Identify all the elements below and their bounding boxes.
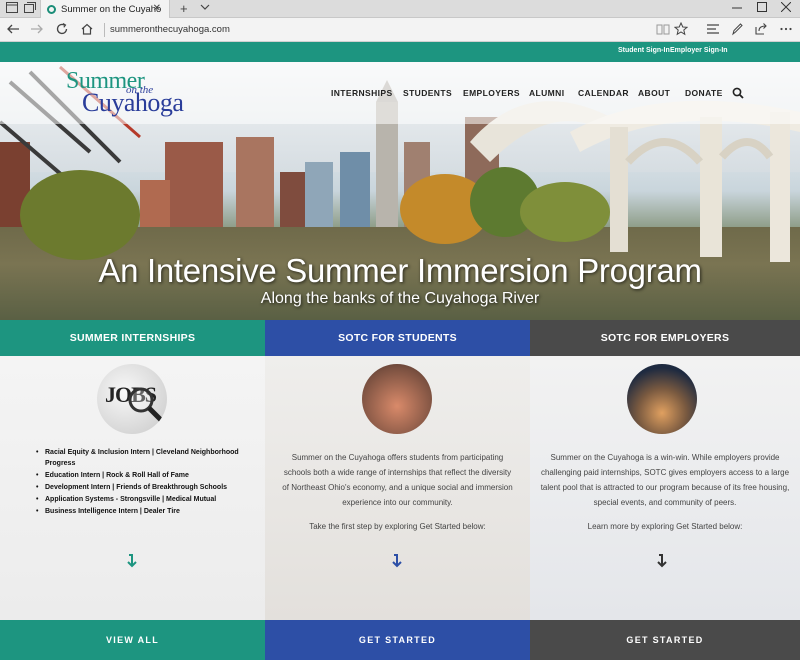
close-window-icon[interactable] — [780, 1, 792, 15]
internship-list: Racial Equity & Inclusion Intern | Cleve… — [36, 448, 251, 519]
tab-preview-icon[interactable] — [24, 2, 36, 16]
arrow-down-icon — [126, 554, 138, 571]
hero-title: An Intensive Summer Immersion Program — [98, 252, 702, 289]
minimize-icon[interactable] — [732, 2, 742, 15]
nav-internships[interactable]: INTERNSHIPS — [331, 88, 393, 98]
browser-titlebar: Summer on the Cuyaho ✕ + — [0, 0, 800, 18]
tab-title: Summer on the Cuyaho — [61, 3, 162, 15]
site-logo[interactable]: Summer on the Cuyahoga — [66, 68, 206, 118]
students-body: Summer on the Cuyahoga offers students f… — [265, 356, 530, 620]
students-column: SOTC FOR STUDENTS Summer on the Cuyahoga… — [265, 320, 530, 668]
jobs-image: JOBS — [97, 364, 167, 434]
employer-sign-in-link[interactable]: Employer Sign-In — [670, 47, 728, 54]
favorite-star-icon[interactable] — [673, 21, 689, 39]
nav-about[interactable]: ABOUT — [638, 88, 670, 98]
employers-photo — [627, 364, 697, 434]
web-note-icon[interactable] — [730, 22, 744, 39]
address-field[interactable]: summeronthecuyahoga.com — [110, 24, 230, 35]
account-bar: Student Sign-In Employer Sign-In — [0, 42, 800, 62]
search-icon[interactable] — [732, 86, 744, 99]
column-footer-gap — [265, 660, 530, 668]
employers-body: Summer on the Cuyahoga is a win-win. Whi… — [530, 356, 800, 620]
list-item[interactable]: Development Intern | Friends of Breakthr… — [36, 483, 251, 494]
students-heading: SOTC FOR STUDENTS — [265, 320, 530, 356]
nav-employers[interactable]: EMPLOYERS — [463, 88, 520, 98]
employers-description: Summer on the Cuyahoga is a win-win. Whi… — [540, 453, 790, 507]
list-item[interactable]: Business Intelligence Intern | Dealer Ti… — [36, 507, 251, 518]
main-navbar: Summer on the Cuyahoga INTERNSHIPS STUDE… — [0, 62, 800, 124]
tab-close-icon[interactable]: ✕ — [153, 3, 161, 14]
list-item[interactable]: Application Systems - Strongsville | Med… — [36, 495, 251, 506]
magnifier-icon — [128, 387, 165, 424]
students-get-started-button[interactable]: GET STARTED — [265, 620, 530, 660]
students-description: Summer on the Cuyahoga offers students f… — [282, 453, 513, 507]
nav-alumni[interactable]: ALUMNI — [529, 88, 564, 98]
nav-students[interactable]: STUDENTS — [403, 88, 452, 98]
internships-column: SUMMER INTERNSHIPS JOBS Racial Equity & … — [0, 320, 265, 668]
address-separator — [104, 23, 105, 37]
chevron-down-icon[interactable] — [200, 2, 210, 15]
internships-heading: SUMMER INTERNSHIPS — [0, 320, 265, 356]
students-cta-text: Take the first step by exploring Get Sta… — [309, 522, 486, 531]
list-item[interactable]: Education Intern | Rock & Roll Hall of F… — [36, 471, 251, 482]
logo-cuyahoga: Cuyahoga — [82, 88, 184, 117]
arrow-down-icon — [656, 554, 668, 571]
site-favicon-icon — [47, 4, 56, 14]
tab-list-icon[interactable] — [6, 2, 18, 16]
arrow-down-icon — [391, 554, 403, 571]
column-footer-gap — [0, 660, 265, 668]
browser-tab[interactable]: Summer on the Cuyaho ✕ — [40, 0, 170, 18]
back-arrow-icon[interactable] — [6, 22, 20, 39]
nav-donate[interactable]: DONATE — [685, 88, 723, 98]
internships-body: JOBS Racial Equity & Inclusion Intern | … — [0, 356, 265, 620]
new-tab-button[interactable]: + — [180, 1, 188, 16]
nav-calendar[interactable]: CALENDAR — [578, 88, 629, 98]
student-sign-in-link[interactable]: Student Sign-In — [618, 47, 670, 54]
hub-icon[interactable] — [706, 22, 720, 39]
reading-view-icon[interactable] — [656, 22, 670, 39]
view-all-button[interactable]: VIEW ALL — [0, 620, 265, 660]
students-photo — [362, 364, 432, 434]
website: Student Sign-In Employer Sign-In Summer … — [0, 42, 800, 668]
employers-column: SOTC FOR EMPLOYERS Summer on the Cuyahog… — [530, 320, 800, 668]
column-footer-gap — [530, 660, 800, 668]
tree-foliage — [20, 170, 140, 260]
refresh-icon[interactable] — [55, 22, 69, 39]
employers-heading: SOTC FOR EMPLOYERS — [530, 320, 800, 356]
employers-get-started-button[interactable]: GET STARTED — [530, 620, 800, 660]
forward-arrow-icon[interactable] — [30, 22, 44, 39]
share-icon[interactable] — [754, 22, 768, 39]
hero-subtitle: Along the banks of the Cuyahoga River — [260, 290, 540, 307]
browser-toolbar: summeronthecuyahoga.com — [0, 18, 800, 42]
list-item[interactable]: Racial Equity & Inclusion Intern | Cleve… — [36, 448, 251, 469]
hero-banner: Summer on the Cuyahoga INTERNSHIPS STUDE… — [0, 62, 800, 320]
more-options-icon[interactable] — [779, 22, 793, 39]
home-icon[interactable] — [80, 22, 94, 39]
maximize-icon[interactable] — [757, 2, 767, 15]
employers-cta-text: Learn more by exploring Get Started belo… — [587, 522, 743, 531]
